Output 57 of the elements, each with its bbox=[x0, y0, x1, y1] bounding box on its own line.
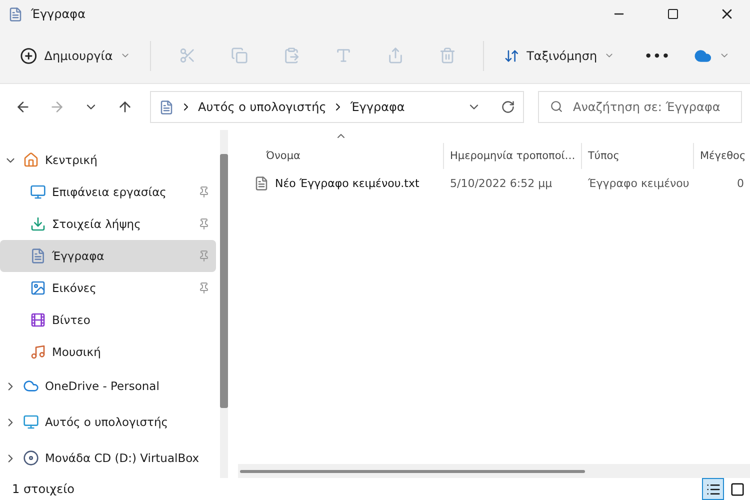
sidebar-item[interactable]: Βίντεο bbox=[0, 304, 216, 336]
table-cell-text: 0 bbox=[736, 176, 745, 190]
document-icon bbox=[8, 6, 23, 22]
address-bar[interactable]: Αυτός ο υπολογιστής Έγγραφα bbox=[150, 91, 524, 123]
document-icon bbox=[159, 100, 174, 114]
download-icon bbox=[30, 216, 46, 232]
clipboard-icon bbox=[282, 47, 300, 64]
sidebar-item[interactable]: Έγγραφα bbox=[0, 240, 216, 272]
details-view-icon bbox=[706, 482, 720, 496]
search-field[interactable]: Αναζήτηση σε: Έγγραφα bbox=[538, 91, 742, 123]
table-cell-text: Έγγραφο κειμένου bbox=[587, 176, 690, 190]
sidebar-item[interactable]: Κεντρική bbox=[0, 144, 216, 176]
sidebar-item[interactable]: Εικόνες bbox=[0, 272, 216, 304]
maximize-icon bbox=[667, 8, 679, 20]
text-file-icon bbox=[254, 176, 269, 190]
picture-icon bbox=[30, 280, 46, 296]
share-icon bbox=[386, 47, 404, 64]
scrollbar[interactable] bbox=[238, 464, 750, 478]
refresh-icon[interactable] bbox=[501, 100, 515, 114]
rename-icon bbox=[334, 47, 352, 64]
sort-icon bbox=[504, 48, 520, 64]
column-header[interactable]: Όνομα bbox=[238, 143, 443, 169]
sidebar-item[interactable]: Στοιχεία λήψης bbox=[0, 208, 216, 240]
column-header[interactable]: Μέγεθος bbox=[693, 143, 750, 169]
column-header[interactable]: Τύπος bbox=[581, 143, 693, 169]
breadcrumb[interactable]: Έγγραφα bbox=[350, 100, 405, 114]
desktop-icon bbox=[30, 184, 46, 200]
scrollbar[interactable] bbox=[220, 130, 228, 478]
breadcrumb[interactable]: Αυτός ο υπολογιστής bbox=[198, 100, 326, 114]
up-arrow-icon bbox=[117, 99, 133, 115]
details-view-button[interactable] bbox=[702, 478, 724, 500]
home-icon bbox=[23, 152, 39, 168]
sidebar-item[interactable]: Αυτός ο υπολογιστής bbox=[0, 404, 216, 440]
search-icon bbox=[550, 100, 563, 113]
more-button[interactable]: ••• bbox=[636, 38, 678, 72]
sidebar-item[interactable]: Επιφάνεια εργασίας bbox=[0, 176, 216, 208]
scissors-icon bbox=[178, 47, 196, 64]
table-cell-text: 5/10/2022 6:52 μμ bbox=[449, 176, 554, 190]
status-text: 1 στοιχείο bbox=[12, 482, 76, 496]
music-icon bbox=[30, 344, 46, 360]
sidebar-item[interactable]: Μονάδα CD (D:) VirtualBox bbox=[0, 440, 216, 476]
column-header[interactable]: Ημερομηνία τροποποί… bbox=[443, 143, 581, 169]
sort-button[interactable]: Ταξινόμηση bbox=[496, 38, 623, 72]
video-icon bbox=[30, 312, 46, 328]
disc-icon bbox=[23, 450, 39, 466]
document-icon bbox=[30, 248, 46, 264]
sidebar-item[interactable]: OneDrive - Personal bbox=[0, 368, 216, 404]
copy-icon bbox=[230, 47, 248, 64]
new-button[interactable]: Δημιουργία bbox=[12, 38, 138, 72]
cloud-icon bbox=[23, 378, 39, 394]
plus-icon bbox=[20, 46, 38, 64]
tiles-view-icon bbox=[730, 482, 744, 496]
computer-icon bbox=[23, 414, 39, 430]
trash-icon bbox=[438, 47, 456, 64]
window-title: Έγγραφα bbox=[31, 7, 87, 21]
table-cell[interactable]: Νέο Έγγραφο κειμένου.txt bbox=[275, 176, 420, 190]
sidebar-item[interactable]: Μουσική bbox=[0, 336, 216, 368]
